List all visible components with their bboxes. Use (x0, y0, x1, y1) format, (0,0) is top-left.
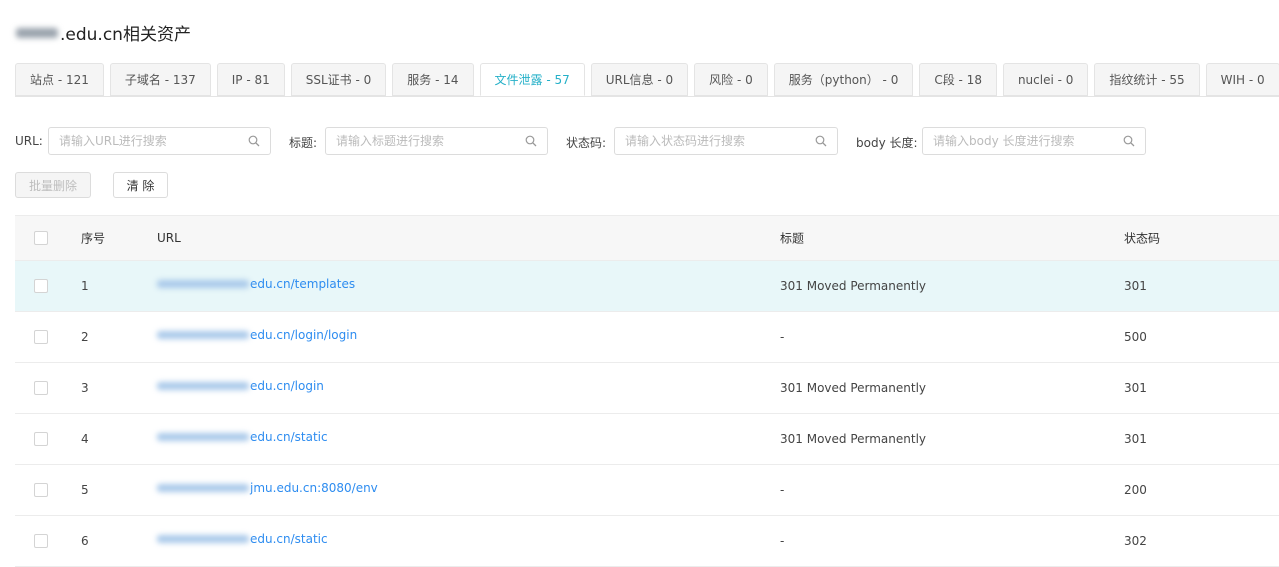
search-icon[interactable] (815, 135, 827, 147)
clear-button[interactable]: 清 除 (113, 172, 168, 198)
row-url-link[interactable]: jmu.edu.cn:8080/env (157, 481, 378, 495)
results-table: 序号 URL 标题 状态码 1 edu.cn/templates 301 Mov… (15, 215, 1279, 567)
row-url-link[interactable]: edu.cn/login/login (157, 328, 357, 342)
table-row[interactable]: 1 edu.cn/templates 301 Moved Permanently… (15, 261, 1279, 312)
body-length-search-input[interactable] (923, 128, 1145, 154)
row-status: 200 (1124, 483, 1147, 497)
body-length-search-field (922, 127, 1146, 155)
status-search-input[interactable] (615, 128, 837, 154)
row-checkbox[interactable] (34, 279, 48, 293)
row-title: 301 Moved Permanently (780, 279, 927, 293)
tab-services[interactable]: 服务 - 14 (392, 63, 474, 96)
row-url-link[interactable]: edu.cn/static (157, 430, 328, 444)
row-index: 1 (81, 279, 89, 293)
row-index: 5 (81, 483, 89, 497)
body-length-filter-label: body 长度: (856, 136, 918, 150)
tab-wih[interactable]: WIH - 0 (1205, 63, 1279, 96)
row-index: 4 (81, 432, 89, 446)
row-checkbox[interactable] (34, 483, 48, 497)
search-icon[interactable] (1123, 135, 1135, 147)
row-url-text[interactable]: jmu.edu.cn:8080/env (250, 481, 378, 495)
tab-nuclei[interactable]: nuclei - 0 (1002, 63, 1089, 96)
tab-bar: 站点 - 121 子域名 - 137 IP - 81 SSL证书 - 0 服务 … (15, 63, 1279, 96)
redacted-url-prefix (157, 331, 249, 339)
tab-ip[interactable]: IP - 81 (216, 63, 285, 96)
row-status: 500 (1124, 330, 1147, 344)
row-status: 301 (1124, 279, 1147, 293)
title-filter-label: 标题: (289, 136, 318, 150)
search-icon[interactable] (248, 135, 260, 147)
redacted-url-prefix (157, 433, 249, 441)
title-search-field (325, 127, 548, 155)
row-index: 2 (81, 330, 89, 344)
tab-divider (15, 96, 1279, 97)
tab-subdomains[interactable]: 子域名 - 137 (109, 63, 211, 96)
tab-url-info[interactable]: URL信息 - 0 (590, 63, 689, 96)
row-url-link[interactable]: edu.cn/templates (157, 277, 355, 291)
table-header: 序号 URL 标题 状态码 (15, 215, 1279, 261)
row-url-text[interactable]: edu.cn/templates (250, 277, 355, 291)
redacted-url-prefix (157, 280, 249, 288)
header-status[interactable]: 状态码 (1124, 230, 1160, 247)
row-title: - (780, 330, 785, 344)
row-url-link[interactable]: edu.cn/login (157, 379, 324, 393)
tab-c-segment[interactable]: C段 - 18 (919, 63, 997, 96)
page-title: .edu.cn相关资产 (16, 20, 191, 45)
row-checkbox[interactable] (34, 381, 48, 395)
redacted-url-prefix (157, 535, 249, 543)
redacted-url-prefix (157, 382, 249, 390)
title-search-input[interactable] (326, 128, 547, 154)
status-filter-label: 状态码: (566, 136, 607, 150)
tab-services-python[interactable]: 服务（python） - 0 (773, 63, 914, 96)
header-url[interactable]: URL (157, 231, 181, 245)
row-title: - (780, 483, 785, 497)
select-all-checkbox[interactable] (34, 231, 48, 245)
row-url-text[interactable]: edu.cn/static (250, 430, 328, 444)
batch-delete-button[interactable]: 批量删除 (15, 172, 91, 198)
url-search-field (48, 127, 271, 155)
url-search-input[interactable] (49, 128, 270, 154)
row-status: 302 (1124, 534, 1147, 548)
table-row[interactable]: 5 jmu.edu.cn:8080/env - 200 (15, 465, 1279, 516)
status-search-field (614, 127, 838, 155)
table-row[interactable]: 2 edu.cn/login/login - 500 (15, 312, 1279, 363)
row-title: - (780, 534, 785, 548)
redacted-url-prefix (157, 484, 249, 492)
row-status: 301 (1124, 432, 1147, 446)
tab-file-leak[interactable]: 文件泄露 - 57 (479, 63, 585, 96)
row-index: 3 (81, 381, 89, 395)
redacted-domain-prefix (16, 27, 58, 38)
table-row[interactable]: 6 edu.cn/static - 302 (15, 516, 1279, 567)
search-icon[interactable] (525, 135, 537, 147)
header-title[interactable]: 标题 (780, 230, 804, 247)
row-checkbox[interactable] (34, 534, 48, 548)
tab-ssl-cert[interactable]: SSL证书 - 0 (290, 63, 387, 96)
row-title: 301 Moved Permanently (780, 432, 927, 446)
tab-sites[interactable]: 站点 - 121 (15, 63, 104, 96)
row-title: 301 Moved Permanently (780, 381, 927, 395)
page-title-text: .edu.cn相关资产 (60, 25, 191, 45)
row-url-text[interactable]: edu.cn/login/login (250, 328, 357, 342)
row-index: 6 (81, 534, 89, 548)
row-checkbox[interactable] (34, 432, 48, 446)
row-checkbox[interactable] (34, 330, 48, 344)
row-url-text[interactable]: edu.cn/login (250, 379, 324, 393)
url-filter-label: URL: (15, 134, 43, 148)
table-row[interactable]: 4 edu.cn/static 301 Moved Permanently 30… (15, 414, 1279, 465)
row-status: 301 (1124, 381, 1147, 395)
header-index: 序号 (81, 231, 106, 246)
tab-risk[interactable]: 风险 - 0 (694, 63, 768, 96)
table-row[interactable]: 3 edu.cn/login 301 Moved Permanently 301 (15, 363, 1279, 414)
tab-fingerprint-stats[interactable]: 指纹统计 - 55 (1094, 63, 1200, 96)
